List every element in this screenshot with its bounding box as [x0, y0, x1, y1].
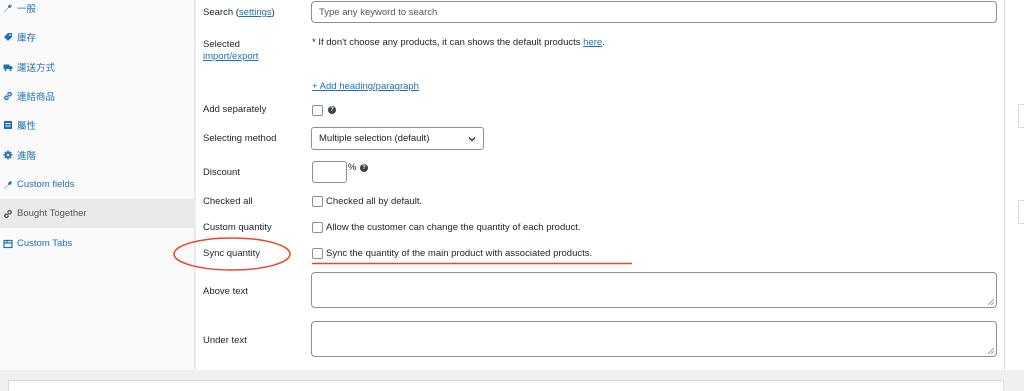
sidebar-item-label: 庫存 — [17, 32, 37, 44]
right-side-box — [1018, 104, 1024, 128]
sync-quantity-checkbox[interactable] — [312, 248, 323, 259]
under-text-textarea[interactable] — [311, 321, 997, 357]
selecting-method-label: Selecting method — [203, 133, 277, 144]
add-separately-checkbox[interactable] — [312, 105, 323, 116]
selecting-method-value: Multiple selection (default) — [319, 133, 430, 144]
custom-quantity-text: Allow the customer can change the quanti… — [326, 222, 581, 233]
discount-label: Discount — [203, 167, 240, 178]
discount-input[interactable] — [312, 161, 347, 183]
import-export-link[interactable]: import/export — [203, 51, 258, 62]
import-export-link-wrap: import/export — [203, 51, 258, 62]
tabs-icon — [2, 238, 14, 250]
link-icon — [2, 90, 14, 102]
selecting-method-select[interactable]: Multiple selection (default) — [311, 127, 484, 150]
right-gutter — [1004, 0, 1024, 370]
above-text-textarea[interactable] — [311, 272, 997, 308]
add-separately-label: Add separately — [203, 104, 267, 115]
gear-icon — [2, 149, 14, 161]
sidebar-item-label: 運送方式 — [17, 62, 56, 74]
sidebar-item-inventory[interactable]: 庫存 — [0, 22, 195, 51]
bought-together-panel — [196, 0, 1004, 370]
wrench-icon — [2, 179, 14, 191]
resize-grip-icon[interactable] — [988, 348, 994, 354]
sidebar-item-attributes[interactable]: 屬性 — [0, 110, 195, 139]
help-icon[interactable]: ? — [328, 106, 336, 114]
tag-icon — [2, 31, 14, 43]
checked-all-checkbox[interactable] — [312, 196, 323, 207]
sidebar-item-label: 一般 — [17, 3, 37, 15]
sidebar-item-label: 連結商品 — [17, 91, 56, 103]
add-heading-wrap: + Add heading/paragraph — [312, 81, 419, 92]
annotation-underline — [312, 262, 632, 265]
selected-label: Selected — [203, 39, 240, 50]
checked-all-text: Checked all by default. — [326, 196, 423, 207]
chevron-down-icon — [468, 137, 476, 142]
sidebar-item-label: Bought Together — [17, 208, 87, 219]
here-link[interactable]: here — [583, 37, 602, 48]
above-text-label: Above text — [203, 286, 248, 297]
sidebar-item-general[interactable]: 一般 — [0, 0, 195, 22]
next-metabox — [8, 380, 1004, 391]
truck-icon — [2, 61, 14, 73]
add-heading-link[interactable]: + Add heading/paragraph — [312, 81, 419, 92]
sidebar-item-label: 屬性 — [17, 120, 37, 132]
list-icon — [2, 119, 14, 131]
sidebar-item-shipping[interactable]: 運送方式 — [0, 52, 195, 81]
under-text-label: Under text — [203, 335, 247, 346]
settings-link[interactable]: settings — [239, 7, 272, 18]
sidebar-item-linked-products[interactable]: 連結商品 — [0, 81, 195, 110]
custom-quantity-checkbox[interactable] — [312, 222, 323, 233]
sidebar-item-advanced[interactable]: 進階 — [0, 140, 195, 169]
sidebar-item-label: 進階 — [17, 150, 37, 162]
checked-all-label: Checked all — [203, 196, 253, 207]
product-data-sidebar: 一般 庫存 運送方式 連結商品 屬性 進階 Custom fields Boug… — [0, 0, 195, 370]
help-icon[interactable]: ? — [360, 164, 368, 172]
search-label: Search (settings) — [203, 7, 275, 18]
annotation-circle — [173, 237, 291, 271]
custom-quantity-label: Custom quantity — [203, 222, 272, 233]
sidebar-item-label: Custom fields — [17, 179, 75, 190]
search-input[interactable] — [311, 1, 997, 23]
resize-grip-icon[interactable] — [988, 299, 994, 305]
wrench-icon — [2, 2, 14, 14]
right-side-box — [1018, 200, 1024, 224]
sidebar-item-label: Custom Tabs — [17, 238, 73, 249]
default-products-note: * If don't choose any products, it can s… — [312, 37, 605, 48]
link-icon — [2, 208, 14, 220]
sidebar-item-custom-fields[interactable]: Custom fields — [0, 170, 195, 199]
sidebar-item-bought-together[interactable]: Bought Together — [0, 199, 195, 228]
sidebar-item-custom-tabs[interactable]: Custom Tabs — [0, 229, 195, 258]
percent-unit: % — [348, 162, 357, 173]
sync-quantity-text: Sync the quantity of the main product wi… — [326, 248, 593, 259]
